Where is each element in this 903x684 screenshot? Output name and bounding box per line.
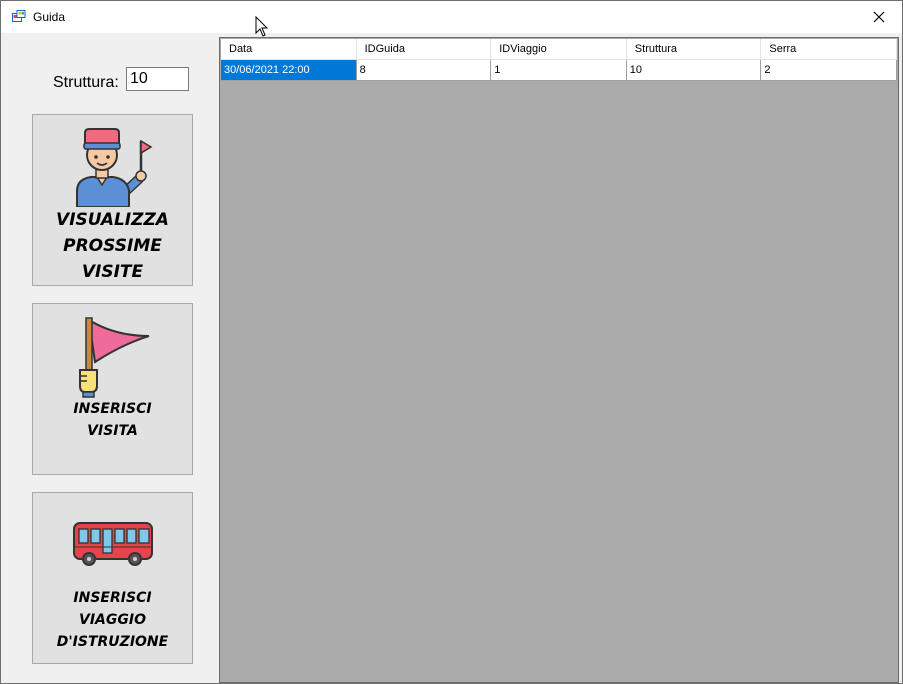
table-row[interactable]: 30/06/2021 22:00 8 1 10 2 <box>221 60 897 81</box>
inserisci-visita-button[interactable]: INSERISCI VISITA <box>32 303 193 475</box>
cell-serra[interactable]: 2 <box>761 60 897 81</box>
title-bar[interactable]: Guida <box>1 1 902 33</box>
mouse-cursor-icon <box>255 16 269 37</box>
tour-guide-icon <box>76 128 153 207</box>
close-button[interactable] <box>856 1 902 33</box>
close-icon <box>873 11 885 23</box>
inserisci-viaggio-button-label: INSERISCI VIAGGIO D'ISTRUZIONE <box>56 590 169 650</box>
app-icon <box>12 10 26 22</box>
column-header-idviaggio[interactable]: IDViaggio <box>491 39 627 60</box>
struttura-input[interactable] <box>126 67 189 91</box>
column-header-serra[interactable]: Serra <box>761 39 897 60</box>
data-grid[interactable]: Data IDGuida IDViaggio Struttura Serra 3… <box>219 37 899 683</box>
column-header-struttura[interactable]: Struttura <box>626 39 762 60</box>
cell-idviaggio[interactable]: 1 <box>491 60 627 81</box>
visualizza-prossime-visite-button[interactable]: VISUALIZZA PROSSIME VISITE <box>32 114 193 286</box>
window-title: Guida <box>33 10 66 24</box>
visualizza-button-label: VISUALIZZA PROSSIME VISITE <box>56 210 169 282</box>
pennant-flag-icon <box>79 317 150 398</box>
column-header-data[interactable]: Data <box>221 39 357 60</box>
inserisci-visita-button-label: INSERISCI VISITA <box>73 401 152 439</box>
column-header-idguida[interactable]: IDGuida <box>356 39 492 60</box>
struttura-label: Struttura: <box>53 74 119 91</box>
grid-header-row: Data IDGuida IDViaggio Struttura Serra <box>221 39 897 60</box>
main-window: Guida Struttura: 10 VISUALIZZA PROSSIME … <box>0 0 903 684</box>
bus-icon <box>73 522 153 566</box>
cell-struttura[interactable]: 10 <box>626 60 762 81</box>
cell-data[interactable]: 30/06/2021 22:00 <box>221 60 357 81</box>
inserisci-viaggio-button[interactable]: INSERISCI VIAGGIO D'ISTRUZIONE <box>32 492 193 664</box>
cell-idguida[interactable]: 8 <box>356 60 492 81</box>
